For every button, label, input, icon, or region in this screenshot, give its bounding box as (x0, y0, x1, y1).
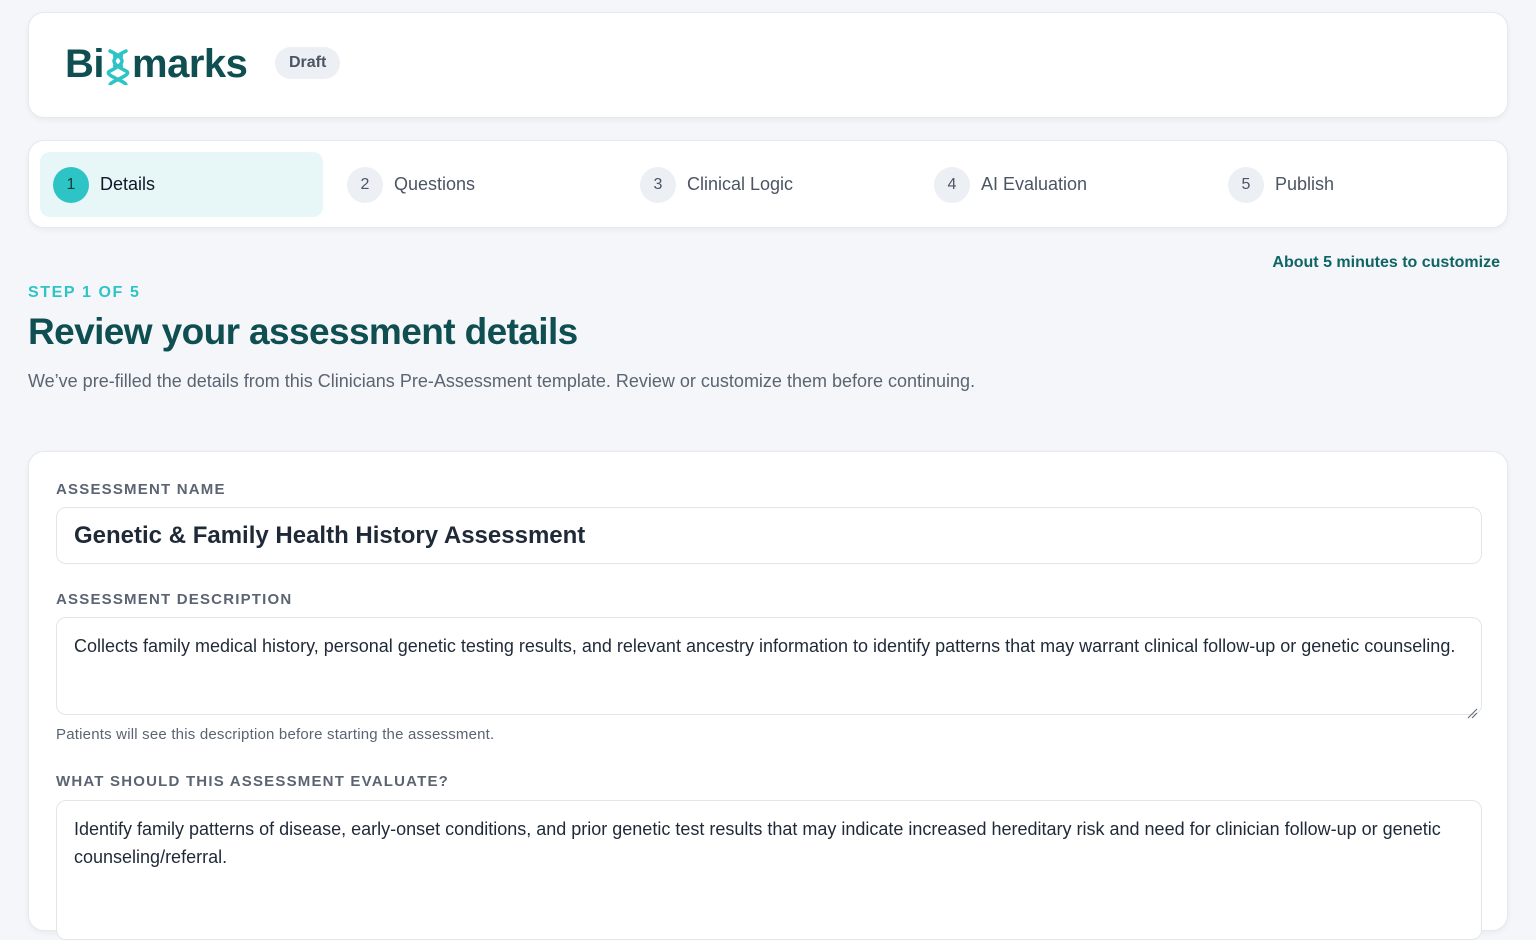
step-number-badge: 1 (53, 166, 89, 203)
step-clinical-logic[interactable]: 3 Clinical Logic (627, 152, 910, 217)
description-helper-text: Patients will see this description befor… (56, 726, 495, 743)
evaluate-textarea[interactable]: Identify family patterns of disease, ear… (56, 800, 1482, 940)
step-number-badge: 2 (347, 166, 383, 203)
step-ai-evaluation[interactable]: 4 AI Evaluation (921, 152, 1204, 217)
step-label: Details (100, 174, 156, 194)
evaluate-text: Identify family patterns of disease, ear… (74, 819, 1441, 867)
resize-grip-icon[interactable] (1466, 699, 1478, 719)
step-questions[interactable]: 2 Questions (334, 152, 617, 217)
step-label: Questions (394, 174, 476, 194)
wizard-stepper: 1 Details 2 Questions 3 Clinical Logic 4… (28, 140, 1508, 228)
evaluate-label: WHAT SHOULD THIS ASSESSMENT EVALUATE? (56, 773, 450, 790)
step-eyebrow: STEP 1 OF 5 (28, 284, 141, 301)
details-form: ASSESSMENT NAME Genetic & Family Health … (28, 451, 1508, 940)
step-label: Clinical Logic (687, 174, 794, 194)
brand-logo[interactable]: Bi marks (65, 37, 248, 87)
page-subtitle: We’ve pre-filled the details from this C… (28, 371, 976, 391)
assessment-description-textarea[interactable]: Collects family medical history, persona… (56, 617, 1482, 719)
step-number-badge: 5 (1228, 166, 1264, 203)
logo-text-start: Bi (65, 42, 105, 86)
step-details[interactable]: 1 Details (40, 152, 323, 217)
assessment-description-label: ASSESSMENT DESCRIPTION (56, 591, 293, 608)
step-label: Publish (1275, 174, 1335, 194)
assessment-name-input[interactable]: Genetic & Family Health History Assessme… (56, 507, 1482, 564)
step-number-badge: 4 (934, 166, 970, 203)
step-publish[interactable]: 5 Publish (1215, 152, 1498, 217)
dna-icon (105, 45, 131, 87)
assessment-description-text: Collects family medical history, persona… (74, 636, 1456, 656)
step-number-badge: 3 (640, 166, 676, 203)
status-badge: Draft (275, 47, 341, 79)
page-title: Review your assessment details (28, 311, 578, 352)
logo-text-end: marks (132, 42, 248, 86)
step-label: AI Evaluation (981, 174, 1088, 194)
assessment-name-label: ASSESSMENT NAME (56, 481, 226, 498)
time-estimate: About 5 minutes to customize (1272, 254, 1500, 271)
app-header: Bi marks Draft (28, 12, 1508, 118)
